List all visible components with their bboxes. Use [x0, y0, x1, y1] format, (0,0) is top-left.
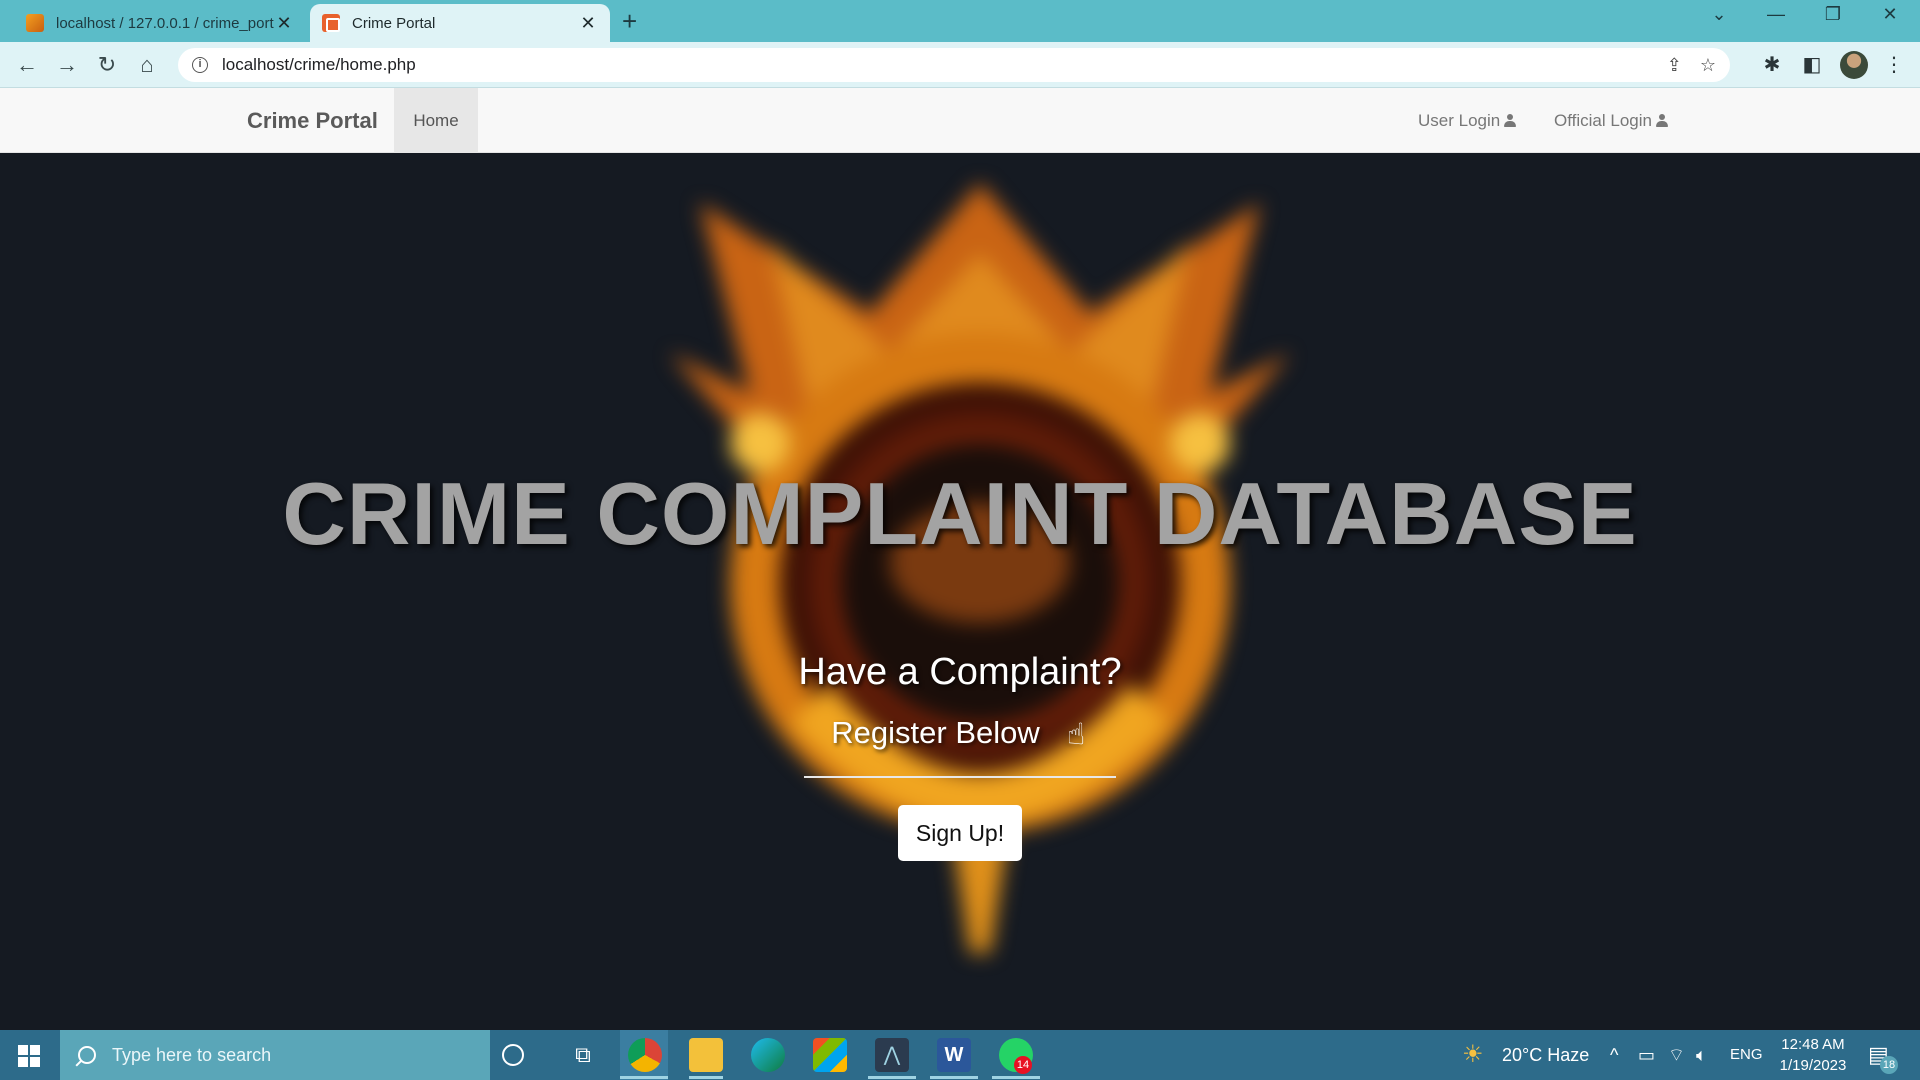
hand-pointing-down-icon: ☜ — [1058, 720, 1092, 747]
official-login-label: Official Login — [1554, 111, 1652, 130]
tab-title: localhost / 127.0.0.1 / crime_port — [56, 14, 274, 32]
back-arrow-icon[interactable]: ← — [12, 50, 42, 80]
site-info-icon[interactable]: i — [192, 57, 208, 73]
sql-developer-icon[interactable]: ⋀ — [875, 1038, 909, 1072]
hero-divider — [804, 776, 1116, 778]
file-explorer-icon[interactable] — [689, 1038, 723, 1072]
search-icon — [78, 1046, 96, 1064]
profile-avatar[interactable] — [1840, 51, 1868, 79]
close-window-button[interactable]: ✕ — [1870, 4, 1910, 25]
minimize-button[interactable]: — — [1756, 4, 1796, 25]
forward-arrow-icon[interactable]: → — [52, 50, 82, 80]
register-label: Register Below — [831, 715, 1040, 750]
browser-toolbar: ← → ↻ ⌂ i localhost/crime/home.php ⇪ ☆ ✱… — [0, 42, 1920, 88]
user-icon — [1655, 114, 1668, 127]
language-indicator[interactable]: ENG — [1730, 1030, 1763, 1080]
url-text[interactable]: localhost/crime/home.php — [222, 55, 1649, 75]
user-icon — [1504, 114, 1517, 127]
hero-register-text: Register Below ☜ — [0, 715, 1920, 751]
brand-link[interactable]: Crime Portal — [247, 108, 378, 134]
browser-menu-icon[interactable]: ⋮ — [1880, 52, 1908, 77]
clock-date: 1/19/2023 — [1779, 1057, 1847, 1074]
taskbar-search-box[interactable]: Type here to search — [60, 1030, 490, 1080]
explorer-running-indicator — [689, 1076, 723, 1079]
task-view-icon[interactable]: ⧉ — [566, 1038, 600, 1072]
reload-icon[interactable]: ↻ — [92, 50, 122, 80]
side-panel-icon[interactable]: ◧ — [1798, 52, 1826, 77]
volume-icon[interactable]: 🔈︎ — [1696, 1030, 1707, 1080]
sql-running-indicator — [868, 1076, 916, 1079]
hero-question: Have a Complaint? — [798, 651, 1122, 693]
wifi-icon[interactable]: ⌔ — [1668, 1030, 1685, 1080]
show-hidden-icons-chevron-icon[interactable]: ^ — [1610, 1030, 1618, 1080]
tab-title: Crime Portal — [352, 14, 436, 32]
tab-search-chevron-icon[interactable]: ⌄ — [1699, 4, 1739, 25]
weather-text[interactable]: 20°C Haze — [1502, 1030, 1589, 1080]
tab-close-icon[interactable]: ✕ — [274, 13, 294, 34]
windows-taskbar: Type here to search ⧉ ⋀ W 14 ☀ 20°C Haze… — [0, 1030, 1920, 1080]
chrome-active-indicator — [620, 1076, 668, 1079]
tab-close-icon[interactable]: ✕ — [578, 13, 598, 34]
clock-time: 12:48 AM — [1781, 1036, 1845, 1053]
bookmark-star-icon[interactable]: ☆ — [1700, 55, 1716, 76]
whatsapp-badge: 14 — [1014, 1056, 1032, 1074]
chrome-icon[interactable] — [628, 1038, 662, 1072]
sign-up-button[interactable]: Sign Up! — [898, 805, 1022, 861]
word-running-indicator — [930, 1076, 978, 1079]
tab-phpmyadmin[interactable]: localhost / 127.0.0.1 / crime_port ✕ — [14, 4, 306, 42]
clock[interactable]: 12:48 AM 1/19/2023 — [1776, 1034, 1850, 1076]
hero-title: CRIME COMPLAINT DATABASE — [282, 464, 1638, 563]
home-icon[interactable]: ⌂ — [132, 50, 162, 80]
address-bar[interactable]: i localhost/crime/home.php ⇪ ☆ — [178, 48, 1730, 82]
user-login-link[interactable]: User Login — [1418, 88, 1517, 153]
microsoft-store-icon[interactable] — [813, 1038, 847, 1072]
cortana-icon[interactable] — [502, 1044, 524, 1066]
official-login-link[interactable]: Official Login — [1554, 88, 1668, 153]
restore-button[interactable]: ❐ — [1813, 4, 1853, 25]
battery-icon[interactable]: ▭ — [1638, 1030, 1655, 1080]
extensions-puzzle-icon[interactable]: ✱ — [1758, 52, 1786, 77]
hero-section: CRIME COMPLAINT DATABASE Have a Complain… — [0, 153, 1920, 1030]
windows-start-icon[interactable] — [18, 1045, 40, 1067]
tab-crime-portal[interactable]: Crime Portal ✕ — [310, 4, 610, 42]
whatsapp-running-indicator — [992, 1076, 1040, 1079]
phpmyadmin-favicon-icon — [26, 14, 44, 32]
new-tab-button[interactable]: + — [622, 6, 637, 37]
nav-home[interactable]: Home — [394, 88, 478, 153]
weather-icon[interactable]: ☀ — [1462, 1030, 1484, 1080]
site-navbar: Crime Portal Home User Login Official Lo… — [0, 88, 1920, 153]
user-login-label: User Login — [1418, 111, 1501, 130]
share-icon[interactable]: ⇪ — [1667, 55, 1682, 76]
xampp-favicon-icon — [322, 14, 340, 32]
notifications-badge: 18 — [1880, 1056, 1898, 1074]
word-icon[interactable]: W — [937, 1038, 971, 1072]
edge-icon[interactable] — [751, 1038, 785, 1072]
search-placeholder: Type here to search — [112, 1044, 272, 1065]
browser-tab-bar: localhost / 127.0.0.1 / crime_port ✕ Cri… — [0, 0, 1920, 42]
